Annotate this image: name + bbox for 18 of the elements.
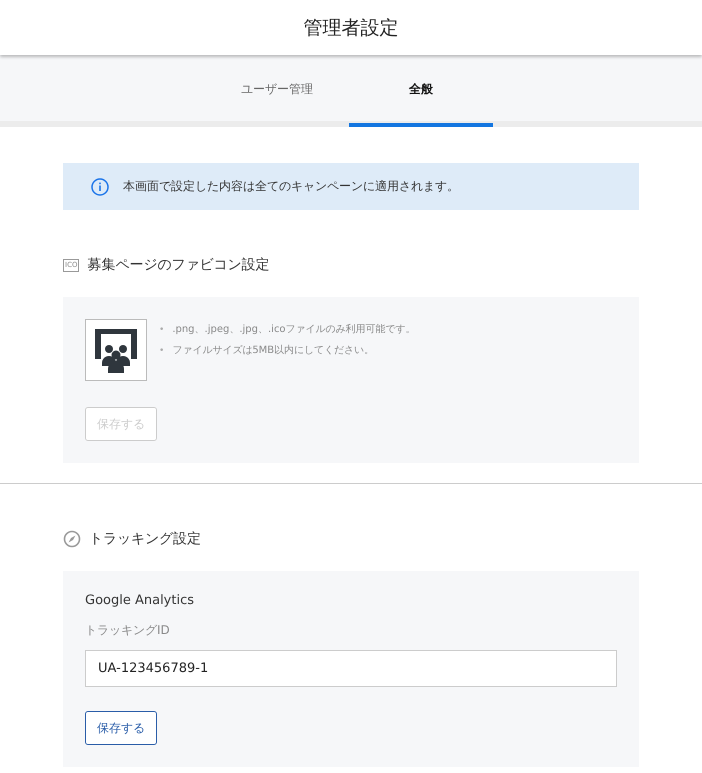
info-text: 本画面で設定した内容は全てのキャンペーンに適用されます。 <box>123 178 459 195</box>
section-title: 募集ページのファビコン設定 <box>87 256 270 274</box>
bullet: • <box>159 344 164 358</box>
page-title: 管理者設定 <box>304 16 398 40</box>
favicon-preview[interactable] <box>85 319 147 381</box>
save-button[interactable]: 保存する <box>85 711 157 745</box>
info-icon <box>91 178 109 196</box>
note-text: .png、.jpeg、.jpg、.icoファイルのみ利用可能です。 <box>172 322 417 336</box>
compass-icon <box>63 530 81 548</box>
service-name: Google Analytics <box>85 593 196 608</box>
audience-screen-icon <box>93 327 139 373</box>
section-title: トラッキング設定 <box>89 530 201 548</box>
tab[interactable]: ユーザー管理 <box>205 55 349 127</box>
bullet: • <box>159 324 164 336</box>
note-text: ファイルサイズは5MB以内にしてください。 <box>172 344 376 358</box>
field-label: トラッキングID <box>85 622 171 639</box>
tab[interactable]: 全般 <box>349 55 493 127</box>
tracking-id-field[interactable]: UA-123456789-1 <box>85 650 617 687</box>
